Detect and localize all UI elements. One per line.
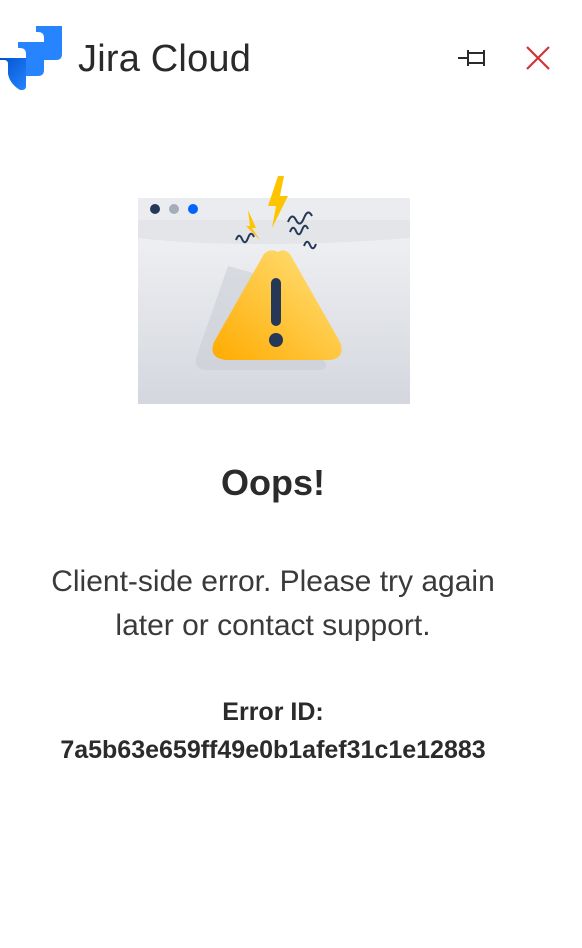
close-icon xyxy=(526,46,550,70)
jira-logo-icon xyxy=(0,24,64,92)
error-heading: Oops! xyxy=(221,462,325,503)
error-id-label: Error ID: xyxy=(222,698,324,726)
pin-icon xyxy=(458,50,485,66)
app-title: Jira Cloud xyxy=(78,38,252,80)
close-button[interactable] xyxy=(516,38,560,78)
add-in-pane: Jira Cloud Oops! Client-side error. Plea… xyxy=(0,0,582,948)
error-id-value: 7a5b63e659ff49e0b1afef31c1e12883 xyxy=(60,736,486,764)
pin-button[interactable] xyxy=(452,38,496,78)
error-message: Client-side error. Please try again late… xyxy=(51,565,495,642)
warning-browser-illustration xyxy=(138,170,410,404)
header: Jira Cloud xyxy=(0,0,582,110)
